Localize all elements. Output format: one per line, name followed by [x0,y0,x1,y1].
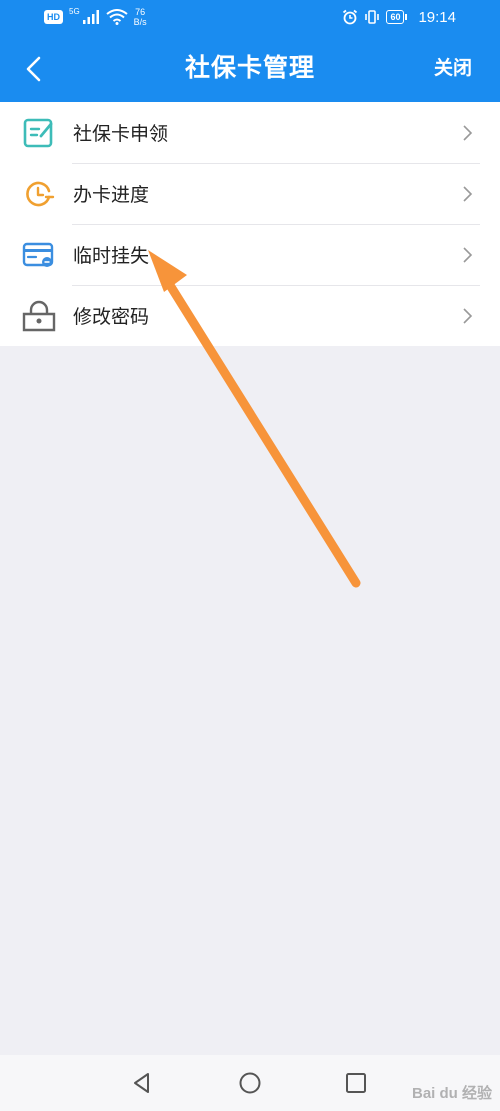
menu-item-temporary-loss-report[interactable]: 临时挂失 [0,224,500,285]
watermark: Bai du 经验 [411,1085,492,1102]
close-button[interactable]: 关闭 [434,34,472,102]
status-right: 60 19:14 [342,6,456,28]
card-icon [22,242,54,267]
system-nav-bar: Bai du 经验 [0,1055,500,1111]
page-title: 社保卡管理 [184,53,315,82]
menu-item-label: 办卡进度 [73,184,150,206]
menu-item-card-progress[interactable]: 办卡进度 [0,163,500,224]
nav-back-triangle-icon[interactable] [128,1069,156,1097]
chevron-right-icon [463,308,473,324]
back-button[interactable] [18,52,52,86]
menu-item-label: 修改密码 [73,306,150,328]
edit-form-icon [23,118,53,148]
status-left: HD 5G 76 B/s [44,6,147,28]
speed-unit: B/s [133,17,147,27]
menu-item-label: 临时挂失 [73,245,150,267]
menu-list: 社保卡申领 办卡进度 临时挂失 修改密码 [0,102,500,346]
nav-home-circle-icon[interactable] [236,1069,264,1097]
hd-badge: HD [44,10,63,24]
menu-item-card-application[interactable]: 社保卡申领 [0,102,500,163]
wifi-icon [106,9,128,25]
alarm-icon [343,9,358,25]
network-generation: 5G [69,6,80,16]
network-speed: 76 B/s [134,7,147,27]
status-clock: 19:14 [418,8,456,26]
chevron-right-icon [463,186,473,202]
clock-progress-icon [26,181,55,207]
chevron-right-icon [463,247,473,263]
chevron-right-icon [463,125,473,141]
nav-bar: 社保卡管理 关闭 [0,34,500,102]
nav-recents-square-icon[interactable] [342,1069,370,1097]
battery-level: 60 [386,10,408,24]
status-bar: HD 5G 76 B/s 60 19:14 [0,0,500,34]
lock-icon [22,300,56,332]
signal-icon [82,10,99,24]
speed-value: 76 [135,7,146,17]
menu-item-label: 社保卡申领 [73,123,169,145]
menu-item-change-password[interactable]: 修改密码 [0,285,500,346]
app-screen: HD 5G 76 B/s 60 19:14 社保卡管理 关闭 社保卡申领 办卡进… [0,0,500,1111]
vibrate-icon [365,10,380,24]
